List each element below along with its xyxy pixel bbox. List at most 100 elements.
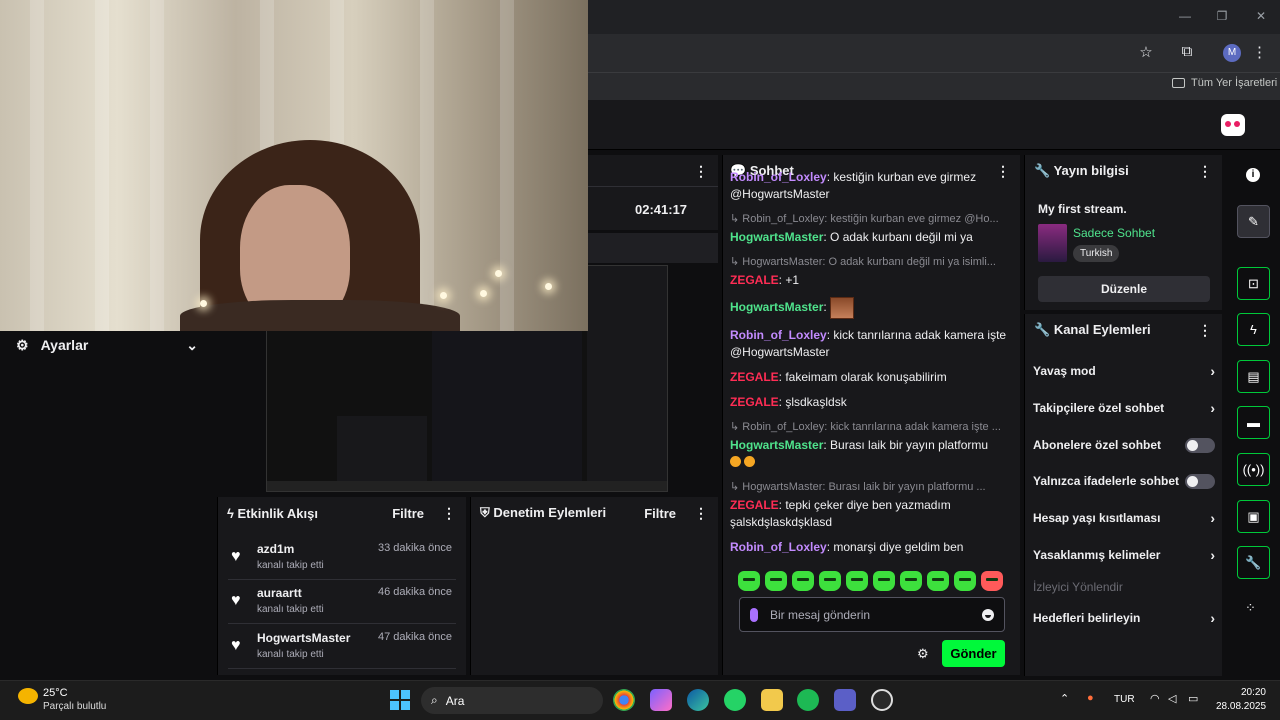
- profile-avatar[interactable]: M: [1223, 44, 1241, 62]
- clock-time[interactable]: 20:20: [1240, 687, 1266, 698]
- emote-icon[interactable]: [873, 571, 895, 591]
- chat-message[interactable]: ↳ Robin_of_Loxley: kestiğin kurban eve g…: [730, 211, 1012, 246]
- minimize-icon[interactable]: —: [1177, 8, 1193, 24]
- chat-message[interactable]: ↳ Robin_of_Loxley: kick tanrılarına adak…: [730, 419, 1012, 471]
- whatsapp-app-icon[interactable]: [724, 689, 746, 711]
- chat-settings-icon[interactable]: ⚙: [917, 646, 929, 662]
- action-set-targets[interactable]: Hedefleri belirleyin ›: [1033, 607, 1215, 629]
- chevron-up-icon[interactable]: ⌃: [1060, 692, 1069, 705]
- more-rail-icon[interactable]: ⁘: [1245, 600, 1256, 616]
- teams-app-icon[interactable]: [834, 689, 856, 711]
- taskbar-search[interactable]: ⌕ Ara: [421, 687, 603, 714]
- marker-rail-button[interactable]: ▤: [1237, 360, 1270, 393]
- emote-icon[interactable]: [981, 571, 1003, 591]
- edit-rail-button[interactable]: ✎: [1237, 205, 1270, 238]
- feed-item[interactable]: ♥ azd1m 33 dakika önce kanalı takip etti: [228, 536, 456, 580]
- chat-message[interactable]: Robin_of_Loxley: kestiğin kurban eve gir…: [730, 169, 1012, 203]
- settings-toggle[interactable]: ⚙ Ayarlar ⌄: [0, 331, 214, 359]
- activity-filter-button[interactable]: Filtre: [392, 506, 424, 521]
- copilot-app-icon[interactable]: [650, 689, 672, 711]
- clock-date[interactable]: 28.08.2025: [1216, 701, 1266, 712]
- emote-icon[interactable]: [792, 571, 814, 591]
- emote-icon[interactable]: [738, 571, 760, 591]
- emote-icon[interactable]: [900, 571, 922, 591]
- chat-message-list[interactable]: Robin_of_Loxley: kestiğin kurban eve gir…: [730, 169, 1012, 557]
- chat-username[interactable]: ZEGALE: [730, 395, 779, 409]
- weather-icon[interactable]: [18, 688, 38, 704]
- chat-username[interactable]: Robin_of_Loxley: [730, 328, 827, 342]
- action-followers-only[interactable]: Takipçilere özel sohbet ›: [1033, 397, 1215, 419]
- toggle-switch[interactable]: [1185, 437, 1215, 453]
- chat-rail-button[interactable]: ▬: [1237, 406, 1270, 439]
- mod-menu-icon[interactable]: ⋮: [694, 505, 708, 521]
- microphone-tray-icon[interactable]: ●: [1087, 692, 1094, 704]
- chat-message[interactable]: Robin_of_Loxley: kick tanrılarına adak k…: [730, 327, 1012, 361]
- volume-icon[interactable]: ◁: [1168, 692, 1176, 705]
- action-subscribers-only[interactable]: Abonelere özel sohbet: [1033, 434, 1215, 456]
- tools-rail-button[interactable]: 🔧: [1237, 546, 1270, 579]
- emote-icon[interactable]: [954, 571, 976, 591]
- chat-message[interactable]: Robin_of_Loxley: monarşi diye geldim ben…: [730, 539, 1012, 557]
- channel-actions-menu-icon[interactable]: ⋮: [1198, 322, 1212, 339]
- info-icon[interactable]: i: [1246, 168, 1260, 182]
- scene-rail-button[interactable]: ▣: [1237, 500, 1270, 533]
- file-explorer-icon[interactable]: [761, 689, 783, 711]
- windows-start-icon[interactable]: [390, 690, 410, 710]
- restore-icon[interactable]: ❐: [1214, 8, 1230, 24]
- chat-message[interactable]: ↳ HogwartsMaster: Burası laik bir yayın …: [730, 479, 1012, 531]
- chat-message[interactable]: ZEGALE: fakeimam olarak konuşabilirim: [730, 369, 1012, 386]
- chat-emote-image[interactable]: [830, 297, 855, 319]
- chat-username[interactable]: Robin_of_Loxley: [730, 540, 827, 554]
- chrome-app-icon[interactable]: [613, 689, 635, 711]
- chat-username[interactable]: ZEGALE: [730, 273, 779, 287]
- edge-app-icon[interactable]: [687, 689, 709, 711]
- activity-menu-icon[interactable]: ⋮: [442, 505, 456, 521]
- emoji-picker-icon[interactable]: [982, 608, 994, 621]
- mod-filter-button[interactable]: Filtre: [644, 506, 676, 521]
- language-indicator[interactable]: TUR: [1114, 694, 1135, 705]
- chat-username[interactable]: HogwartsMaster: [730, 438, 823, 452]
- chat-message[interactable]: ↳ HogwartsMaster: O adak kurbanı değil m…: [730, 254, 1012, 289]
- action-slow-mode[interactable]: Yavaş mod ›: [1033, 360, 1215, 382]
- microphone-icon[interactable]: [750, 607, 758, 622]
- chat-message[interactable]: ZEGALE: şlsdkaşldsk: [730, 394, 1012, 411]
- chat-reply-context[interactable]: ↳ Robin_of_Loxley: kestiğin kurban eve g…: [730, 211, 1012, 228]
- category-link[interactable]: Sadece Sohbet: [1073, 226, 1155, 240]
- emote-icon[interactable]: [927, 571, 949, 591]
- stream-info-menu-icon[interactable]: ⋮: [1198, 163, 1212, 180]
- battery-icon[interactable]: ▭: [1188, 692, 1198, 705]
- all-bookmarks-button[interactable]: Tüm Yer İşaretleri: [1172, 77, 1277, 89]
- chat-username[interactable]: Robin_of_Loxley: [730, 170, 827, 184]
- chat-username[interactable]: ZEGALE: [730, 370, 779, 384]
- broadcast-rail-button[interactable]: ((•)): [1237, 453, 1270, 486]
- wifi-icon[interactable]: ◠: [1150, 692, 1160, 705]
- toggle-switch[interactable]: [1185, 473, 1215, 489]
- obs-app-icon[interactable]: [871, 689, 893, 711]
- star-bookmark-icon[interactable]: ☆: [1137, 43, 1155, 61]
- action-account-age[interactable]: Hesap yaşı kısıtlaması ›: [1033, 507, 1215, 529]
- emote-icon[interactable]: [765, 571, 787, 591]
- chat-username[interactable]: ZEGALE: [730, 498, 779, 512]
- spotify-app-icon[interactable]: [797, 689, 819, 711]
- chat-username[interactable]: HogwartsMaster: [730, 230, 823, 244]
- close-icon[interactable]: ✕: [1253, 8, 1269, 24]
- emote-icon[interactable]: [846, 571, 868, 591]
- action-banned-words[interactable]: Yasaklanmış kelimeler ›: [1033, 544, 1215, 566]
- extensions-icon[interactable]: ⧉: [1178, 43, 1196, 60]
- ad-rail-button[interactable]: ϟ: [1237, 313, 1270, 346]
- chat-reply-context[interactable]: ↳ Robin_of_Loxley: kick tanrılarına adak…: [730, 419, 1012, 436]
- chat-reply-context[interactable]: ↳ HogwartsMaster: O adak kurbanı değil m…: [730, 254, 1012, 271]
- feed-item[interactable]: ♥ HogwartsMaster 47 dakika önce kanalı t…: [228, 625, 456, 669]
- stats-menu-icon[interactable]: ⋮: [694, 163, 708, 180]
- mascot-icon[interactable]: [1221, 114, 1245, 136]
- action-emote-only[interactable]: Yalnızca ifadelerle sohbet: [1033, 470, 1215, 492]
- chat-reply-context[interactable]: ↳ HogwartsMaster: Burası laik bir yayın …: [730, 479, 1012, 496]
- kebab-menu-icon[interactable]: ⋮: [1252, 43, 1267, 61]
- send-button[interactable]: Gönder: [942, 640, 1005, 667]
- emote-icon[interactable]: [819, 571, 841, 591]
- edit-stream-button[interactable]: Düzenle: [1038, 276, 1210, 302]
- feed-item[interactable]: ♥ auraartt 46 dakika önce kanalı takip e…: [228, 580, 456, 624]
- clip-rail-button[interactable]: ⊡: [1237, 267, 1270, 300]
- chat-input[interactable]: Bir mesaj gönderin: [739, 597, 1005, 632]
- chat-message[interactable]: HogwartsMaster:: [730, 297, 1012, 319]
